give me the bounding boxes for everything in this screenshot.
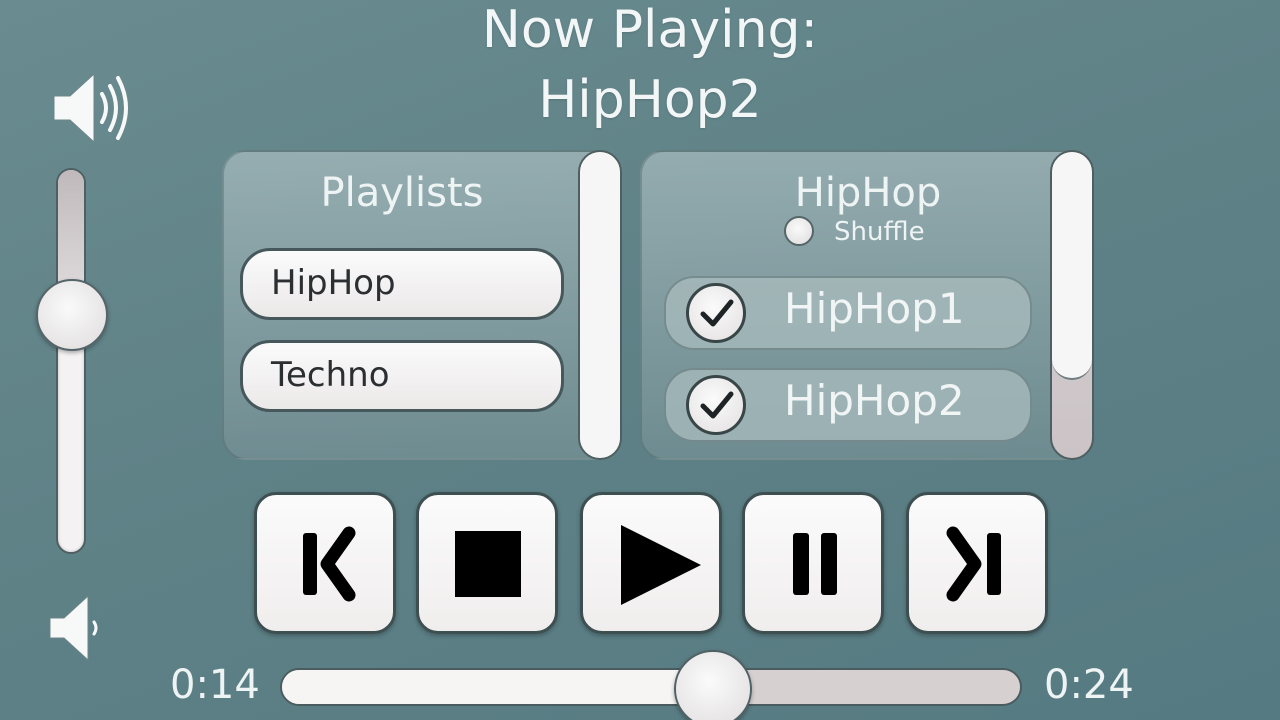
checkmark-icon [700, 391, 734, 419]
song-checkbox[interactable] [686, 375, 746, 435]
song-item-hiphop2[interactable]: HipHop2 [664, 368, 1032, 442]
stop-button[interactable] [416, 492, 558, 634]
skip-forward-icon [946, 526, 1001, 602]
now-playing-label: Now Playing: [481, 0, 819, 60]
shuffle-label: Shuffle [834, 217, 925, 247]
play-icon [621, 525, 701, 605]
shuffle-toggle[interactable] [784, 216, 814, 246]
song-item-hiphop1[interactable]: HipHop1 [664, 276, 1032, 350]
playlists-heading: Playlists [320, 170, 484, 216]
playlists-panel: Playlists HipHop Techno [222, 150, 622, 460]
songs-panel: HipHop Shuffle HipHop1 HipHop2 [640, 150, 1094, 460]
stop-icon [455, 531, 521, 597]
progress-slider-thumb[interactable] [673, 650, 752, 720]
progress-slider-track[interactable] [280, 668, 1022, 706]
skip-back-icon [303, 526, 356, 602]
speaker-low-icon [49, 594, 98, 662]
songs-scrollbar-thumb[interactable] [1052, 152, 1092, 380]
playlists-scrollbar-thumb[interactable] [580, 152, 620, 458]
pause-icon [793, 533, 837, 595]
speaker-high-icon [53, 72, 128, 144]
total-time: 0:24 [1044, 662, 1134, 708]
song-checkbox[interactable] [686, 283, 746, 343]
previous-button[interactable] [254, 492, 396, 634]
song-label: HipHop2 [784, 376, 965, 425]
songs-heading: HipHop [794, 170, 942, 216]
progress-slider-fill [282, 670, 715, 704]
songs-scrollbar[interactable] [1050, 150, 1094, 460]
play-button[interactable] [580, 492, 722, 634]
next-button[interactable] [906, 492, 1048, 634]
volume-slider-thumb[interactable] [36, 278, 108, 351]
now-playing-track: HipHop2 [538, 70, 762, 130]
song-label: HipHop1 [784, 284, 965, 333]
elapsed-time: 0:14 [170, 662, 260, 708]
playlist-item-techno[interactable]: Techno [240, 340, 564, 412]
playlist-item-hiphop[interactable]: HipHop [240, 248, 564, 320]
pause-button[interactable] [742, 492, 884, 634]
volume-slider-track[interactable] [56, 168, 86, 554]
playlists-scrollbar[interactable] [578, 150, 622, 460]
checkmark-icon [700, 299, 734, 327]
